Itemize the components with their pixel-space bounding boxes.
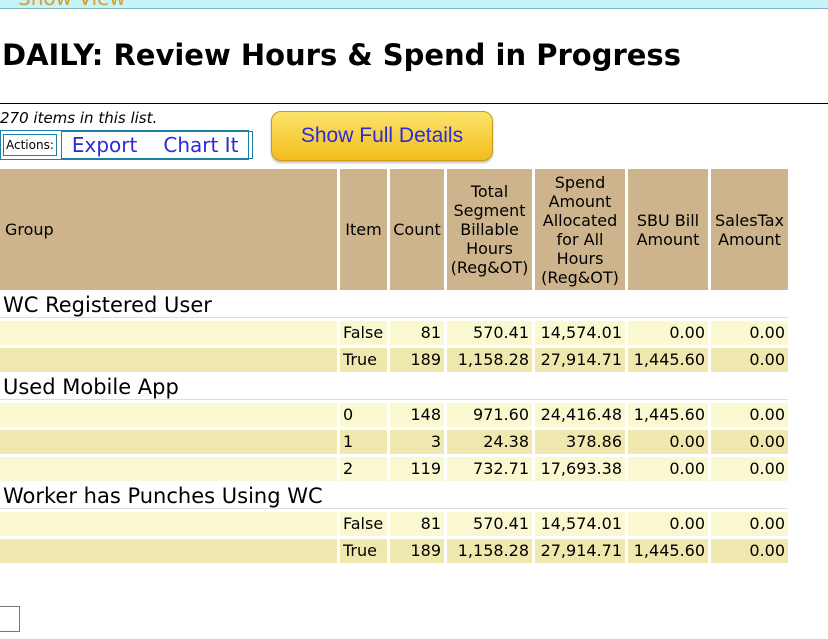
hours-cell: 971.60 [447,403,532,427]
report-table: Group Item Count Total Segment Billable … [0,166,791,566]
tax-cell: 0.00 [711,321,788,345]
show-full-details-button[interactable]: Show Full Details [271,111,493,161]
group-cell [0,457,337,481]
item-cell: False [340,512,387,536]
tax-cell: 0.00 [711,457,788,481]
item-cell: True [340,539,387,563]
tax-cell: 0.00 [711,430,788,454]
spend-cell: 27,914.71 [535,348,625,372]
sbu-cell: 1,445.60 [628,539,708,563]
item-cell: 2 [340,457,387,481]
table-row: 2 119 732.71 17,693.38 0.00 0.00 [0,457,788,481]
table-row: False 81 570.41 14,574.01 0.00 0.00 [0,512,788,536]
table-row: True 189 1,158.28 27,914.71 1,445.60 0.0… [0,539,788,563]
tax-cell: 0.00 [711,512,788,536]
item-count: 270 items in this list. [0,109,158,127]
hours-cell: 732.71 [447,457,532,481]
spend-cell: 378.86 [535,430,625,454]
count-cell: 119 [390,457,444,481]
sbu-cell: 0.00 [628,321,708,345]
group-cell [0,430,337,454]
hours-cell: 1,158.28 [447,539,532,563]
count-cell: 81 [390,321,444,345]
actions-label: Actions: [3,134,57,156]
group-row: Used Mobile App [0,375,788,400]
hours-cell: 1,158.28 [447,348,532,372]
group-cell [0,539,337,563]
tax-cell: 0.00 [711,348,788,372]
group-cell [0,512,337,536]
group-label: Worker has Punches Using WC [0,484,788,509]
column-header-group[interactable]: Group [0,169,337,290]
group-cell [0,403,337,427]
group-row: WC Registered User [0,293,788,318]
hours-cell: 570.41 [447,321,532,345]
spend-cell: 17,693.38 [535,457,625,481]
group-cell [0,321,337,345]
hours-cell: 24.38 [447,430,532,454]
actions-bar: Actions: Export Chart It [0,130,254,160]
banner-text: Show View [18,0,126,10]
spend-cell: 24,416.48 [535,403,625,427]
column-header-spend[interactable]: Spend Amount Allocated for All Hours (Re… [535,169,625,290]
count-cell: 148 [390,403,444,427]
sbu-cell: 0.00 [628,512,708,536]
item-cell: 0 [340,403,387,427]
tax-cell: 0.00 [711,539,788,563]
table-row: False 81 570.41 14,574.01 0.00 0.00 [0,321,788,345]
hours-cell: 570.41 [447,512,532,536]
page-title: DAILY: Review Hours & Spend in Progress [2,38,681,72]
count-cell: 81 [390,512,444,536]
item-cell: False [340,321,387,345]
group-label: Used Mobile App [0,375,788,400]
count-cell: 3 [390,430,444,454]
spend-cell: 27,914.71 [535,539,625,563]
column-header-tax[interactable]: SalesTax Amount [711,169,788,290]
select-checkbox[interactable] [0,606,20,632]
group-row: Worker has Punches Using WC [0,484,788,509]
spend-cell: 14,574.01 [535,512,625,536]
count-cell: 189 [390,539,444,563]
column-header-hours[interactable]: Total Segment Billable Hours (Reg&OT) [447,169,532,290]
column-header-item[interactable]: Item [340,169,387,290]
group-label: WC Registered User [0,293,788,318]
sbu-cell: 0.00 [628,457,708,481]
spend-cell: 14,574.01 [535,321,625,345]
count-cell: 189 [390,348,444,372]
sbu-cell: 1,445.60 [628,403,708,427]
item-cell: True [340,348,387,372]
sbu-cell: 1,445.60 [628,348,708,372]
column-header-count[interactable]: Count [390,169,444,290]
actions-links: Export Chart It [60,131,254,159]
sbu-cell: 0.00 [628,430,708,454]
top-banner: Show View [0,0,828,10]
table-row: 1 3 24.38 378.86 0.00 0.00 [0,430,788,454]
column-header-sbu[interactable]: SBU Bill Amount [628,169,708,290]
export-link[interactable]: Export [72,133,137,157]
table-row: True 189 1,158.28 27,914.71 1,445.60 0.0… [0,348,788,372]
tax-cell: 0.00 [711,403,788,427]
item-cell: 1 [340,430,387,454]
group-cell [0,348,337,372]
table-row: 0 148 971.60 24,416.48 1,445.60 0.00 [0,403,788,427]
chart-it-link[interactable]: Chart It [163,133,238,157]
title-divider [0,103,828,104]
